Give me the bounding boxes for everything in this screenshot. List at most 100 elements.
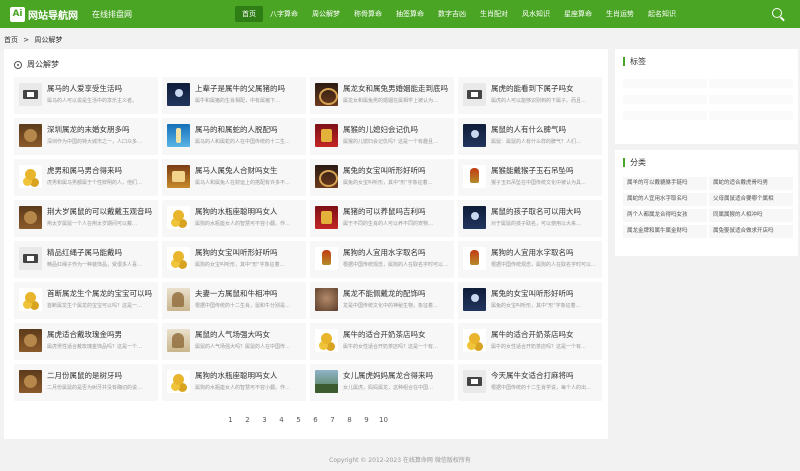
article-thumbnail[interactable]: [19, 247, 42, 270]
article-title[interactable]: 属鼠的人气场强大吗女: [195, 329, 302, 340]
article-title[interactable]: 属牛的适合开奶茶店吗女: [491, 329, 598, 340]
article-title[interactable]: 首断属龙生个属龙的宝宝可以吗: [47, 288, 154, 299]
page-link-6[interactable]: 6: [307, 416, 324, 424]
article-card[interactable]: 属狗的女宝叫听形好听吗 属狗的女宝叫听形，其中"形"字象征着…: [162, 241, 306, 278]
article-card[interactable]: 深圳属龙的末婚女朋多吗 深圳作为中国的特大城市之一，人口众多…: [14, 118, 158, 155]
article-title[interactable]: 属兔的女宝叫听形好听吗: [491, 288, 598, 299]
article-title[interactable]: 属狗的女宝叫听形好听吗: [195, 247, 302, 258]
article-card[interactable]: 属兔的女宝叫听形好听吗 属兔的女宝叫听形，其中"形"字象征着…: [310, 159, 454, 196]
article-card[interactable]: 属虎的能看到下属子吗女 属虎的人可以能够识别到的下属子。而且…: [458, 77, 602, 114]
article-card[interactable]: 上辈子是属牛的父属猪的吗 属牛和属猪的生肖相配，中有属猪下…: [162, 77, 306, 114]
article-thumbnail[interactable]: [463, 247, 486, 270]
article-title[interactable]: 属狗的人宜用水字取名吗: [491, 247, 598, 258]
article-thumbnail[interactable]: [463, 124, 486, 147]
article-card[interactable]: 二月份属鼠的是树牙吗 二月份属鼠的是否为树牙并没有确切的说…: [14, 364, 158, 401]
article-thumbnail[interactable]: [19, 329, 42, 352]
article-thumbnail[interactable]: [167, 329, 190, 352]
nav-item-1[interactable]: 八字算命: [263, 6, 305, 22]
article-thumbnail[interactable]: [167, 370, 190, 393]
article-card[interactable]: 属龙不能佩戴龙的配饰吗 龙是中国传统文化中的神秘生物，象征着…: [310, 282, 454, 319]
nav-item-5[interactable]: 数字吉凶: [431, 6, 473, 22]
page-link-1[interactable]: 1: [222, 416, 239, 424]
page-link-4[interactable]: 4: [273, 416, 290, 424]
article-card[interactable]: 属兔的女宝叫听形好听吗 属兔的女宝叫听形，其中"形"字象征着…: [458, 282, 602, 319]
article-thumbnail[interactable]: [167, 288, 190, 311]
page-link-7[interactable]: 7: [324, 416, 341, 424]
nav-item-0[interactable]: 首页: [235, 6, 263, 22]
article-thumbnail[interactable]: [315, 247, 338, 270]
nav-item-9[interactable]: 生肖运势: [599, 6, 641, 22]
nav-item-4[interactable]: 抽签算命: [389, 6, 431, 22]
breadcrumb-current[interactable]: 周公解梦: [34, 36, 62, 44]
article-thumbnail[interactable]: [315, 206, 338, 229]
article-title[interactable]: 今天属牛女适合打麻将吗: [491, 370, 598, 381]
article-title[interactable]: 女儿属虎妈妈属龙合得来吗: [343, 370, 450, 381]
nav-item-10[interactable]: 起名知识: [641, 6, 683, 22]
article-card[interactable]: 精品红绳子属马能戴吗 精品红绳子作为一种装饰品，受很多人喜…: [14, 241, 158, 278]
category-link[interactable]: 属蛇的适合戴虎骨吗男: [709, 177, 793, 190]
article-thumbnail[interactable]: [315, 329, 338, 352]
article-card[interactable]: 属狗的人宜用水字取名吗 根据中国传统观念，属狗的人在取名字时可以…: [310, 241, 454, 278]
article-title[interactable]: 荆大岁属鼠的可以戴戴玉观音吗: [47, 206, 154, 217]
article-card[interactable]: 属牛的适合开奶茶店吗女 属牛的女性适合开奶茶店吗？这是一个有…: [458, 323, 602, 360]
article-card[interactable]: 荆大岁属鼠的可以戴戴玉观音吗 荆太岁属鼠一个人在荆太岁期间可以戴…: [14, 200, 158, 237]
article-thumbnail[interactable]: [167, 124, 190, 147]
article-card[interactable]: 属猴能戴猴子玉石吊坠吗 猴子玉石吊坠在中国传统文化中被认为具…: [458, 159, 602, 196]
article-thumbnail[interactable]: [19, 124, 42, 147]
article-title[interactable]: 属牛的适合开奶茶店吗女: [343, 329, 450, 340]
article-title[interactable]: 上辈子是属牛的父属猪的吗: [195, 83, 302, 94]
page-link-8[interactable]: 8: [341, 416, 358, 424]
article-card[interactable]: 属虎适合戴玫瑰金吗男 属虎男性适合戴玫瑰金饰品吗？这是一个…: [14, 323, 158, 360]
article-title[interactable]: 属马的人爱享受生活吗: [47, 83, 154, 94]
article-thumbnail[interactable]: [463, 206, 486, 229]
page-link-9[interactable]: 9: [358, 416, 375, 424]
article-card[interactable]: 属狗的人宜用水字取名吗 根据中国传统观念，属狗的人在取名字时可以…: [458, 241, 602, 278]
article-card[interactable]: 虎男和属马男合得来吗 虎男和属马男都属于个性鲜明的人，他们…: [14, 159, 158, 196]
article-thumbnail[interactable]: [463, 370, 486, 393]
article-card[interactable]: 属龙女和属兔男婚姻能走到底吗 属龙女和属兔男的婚姻在属相学上被认为…: [310, 77, 454, 114]
article-thumbnail[interactable]: [315, 124, 338, 147]
article-card[interactable]: 属猴的儿媳妇会记仇吗 属猴的儿媳妇会记仇吗？这是一个有趣且…: [310, 118, 454, 155]
category-link[interactable]: 两个人都属龙合得吗女孩: [623, 209, 707, 222]
article-title[interactable]: 属马的和属蛇的人脱配吗: [195, 124, 302, 135]
search-icon[interactable]: [772, 8, 782, 18]
article-title[interactable]: 属兔的女宝叫听形好听吗: [343, 165, 450, 176]
article-card[interactable]: 属马人属兔人合财吗女生 属马人和属兔人在财运上的搭配有许多不…: [162, 159, 306, 196]
article-title[interactable]: 属龙女和属兔男婚姻能走到底吗: [343, 83, 450, 94]
article-thumbnail[interactable]: [463, 165, 486, 188]
article-thumbnail[interactable]: [315, 165, 338, 188]
article-thumbnail[interactable]: [19, 83, 42, 106]
breadcrumb-home[interactable]: 首页: [4, 36, 18, 44]
article-thumbnail[interactable]: [19, 370, 42, 393]
article-thumbnail[interactable]: [315, 370, 338, 393]
article-card[interactable]: 属猪的可以养鼠吗吉利吗 属于不同的生肖的人可以养不同的宠物…: [310, 200, 454, 237]
nav-item-3[interactable]: 称骨算命: [347, 6, 389, 22]
article-title[interactable]: 属猪的可以养鼠吗吉利吗: [343, 206, 450, 217]
article-card[interactable]: 属狗的水瓶座聪明吗女人 属狗的水瓶座女人的智慧可不容小觑。作…: [162, 364, 306, 401]
article-title[interactable]: 虎男和属马男合得来吗: [47, 165, 154, 176]
article-card[interactable]: 属牛的适合开奶茶店吗女 属牛的女性适合开奶茶店吗？这是一个有…: [310, 323, 454, 360]
article-title[interactable]: 属鼠的人有什么脾气吗: [491, 124, 598, 135]
article-title[interactable]: 属虎的能看到下属子吗女: [491, 83, 598, 94]
article-title[interactable]: 属鼠的孩子取名可以用大吗: [491, 206, 598, 217]
category-link[interactable]: 属兔娶鼠适合做求开店吗: [709, 225, 793, 238]
article-thumbnail[interactable]: [167, 206, 190, 229]
category-link[interactable]: 父母属鼠适合要哪个属相: [709, 193, 793, 206]
nav-item-8[interactable]: 星座算命: [557, 6, 599, 22]
article-title[interactable]: 属马人属兔人合财吗女生: [195, 165, 302, 176]
article-card[interactable]: 属马的和属蛇的人脱配吗 属马的人和属蛇的人在中国传统的十二生…: [162, 118, 306, 155]
article-title[interactable]: 属虎适合戴玫瑰金吗男: [47, 329, 154, 340]
article-thumbnail[interactable]: [19, 288, 42, 311]
article-thumbnail[interactable]: [463, 329, 486, 352]
site-logo[interactable]: Ai 网站导航网 在线排盘网: [10, 6, 132, 22]
article-title[interactable]: 属龙不能佩戴龙的配饰吗: [343, 288, 450, 299]
article-title[interactable]: 精品红绳子属马能戴吗: [47, 247, 154, 258]
category-link[interactable]: 属蛇的人宜用水字取名吗: [623, 193, 707, 206]
article-title[interactable]: 属狗的水瓶座聪明吗女人: [195, 206, 302, 217]
page-link-2[interactable]: 2: [239, 416, 256, 424]
article-title[interactable]: 属猴能戴猴子玉石吊坠吗: [491, 165, 598, 176]
article-card[interactable]: 属鼠的孩子取名可以用大吗 对于属鼠的孩子取名，可以使用以大来…: [458, 200, 602, 237]
article-thumbnail[interactable]: [19, 206, 42, 229]
article-title[interactable]: 夫妻一方属鼠和牛相冲吗: [195, 288, 302, 299]
article-thumbnail[interactable]: [167, 247, 190, 270]
